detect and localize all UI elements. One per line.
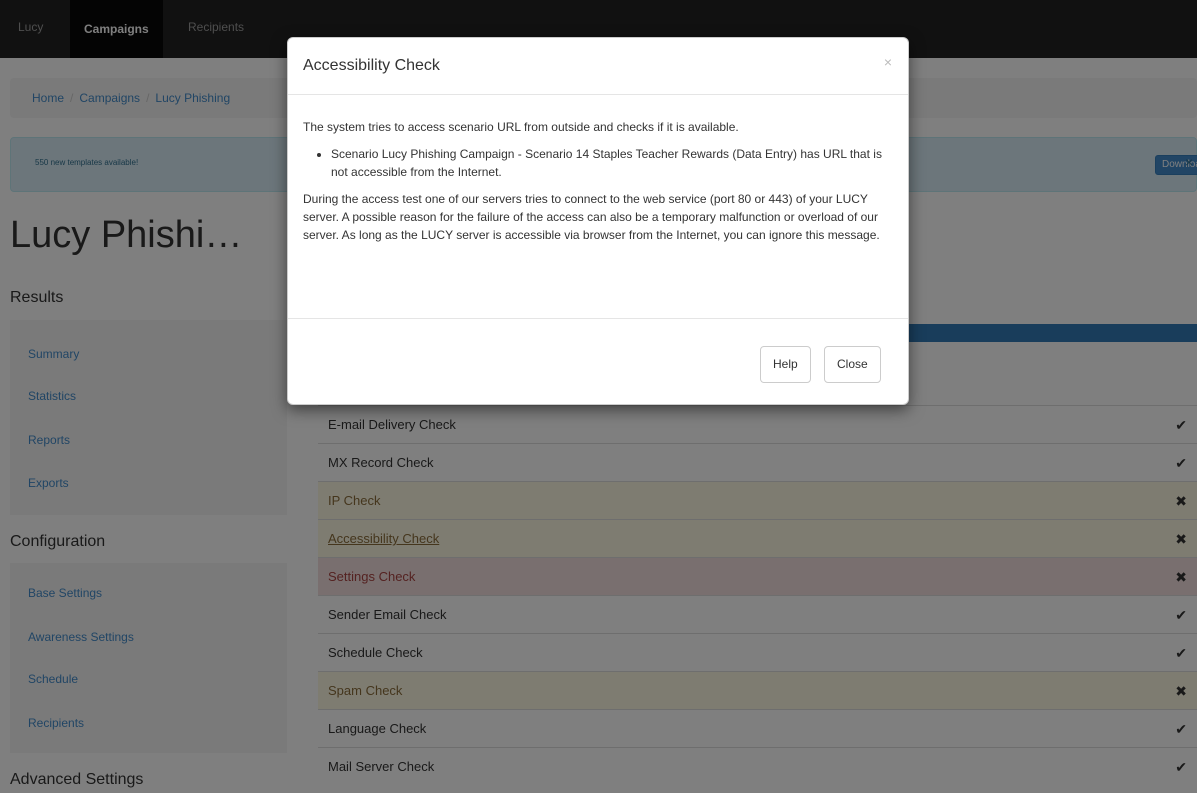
- modal-intro: The system tries to access scenario URL …: [303, 120, 739, 134]
- modal-title: Accessibility Check: [303, 57, 440, 74]
- modal-footer: Help Close: [288, 318, 908, 404]
- help-button[interactable]: Help: [760, 346, 811, 383]
- modal-header: Accessibility Check ×: [288, 38, 908, 95]
- close-icon[interactable]: ×: [884, 54, 892, 70]
- scenario-list: Scenario Lucy Phishing Campaign - Scenar…: [331, 145, 895, 181]
- close-button[interactable]: Close: [824, 346, 881, 383]
- modal-body: The system tries to access scenario URL …: [303, 118, 895, 253]
- modal-explanation: During the access test one of our server…: [303, 192, 880, 242]
- accessibility-check-dialog: Accessibility Check × The system tries t…: [287, 37, 909, 405]
- list-item: Scenario Lucy Phishing Campaign - Scenar…: [331, 145, 895, 181]
